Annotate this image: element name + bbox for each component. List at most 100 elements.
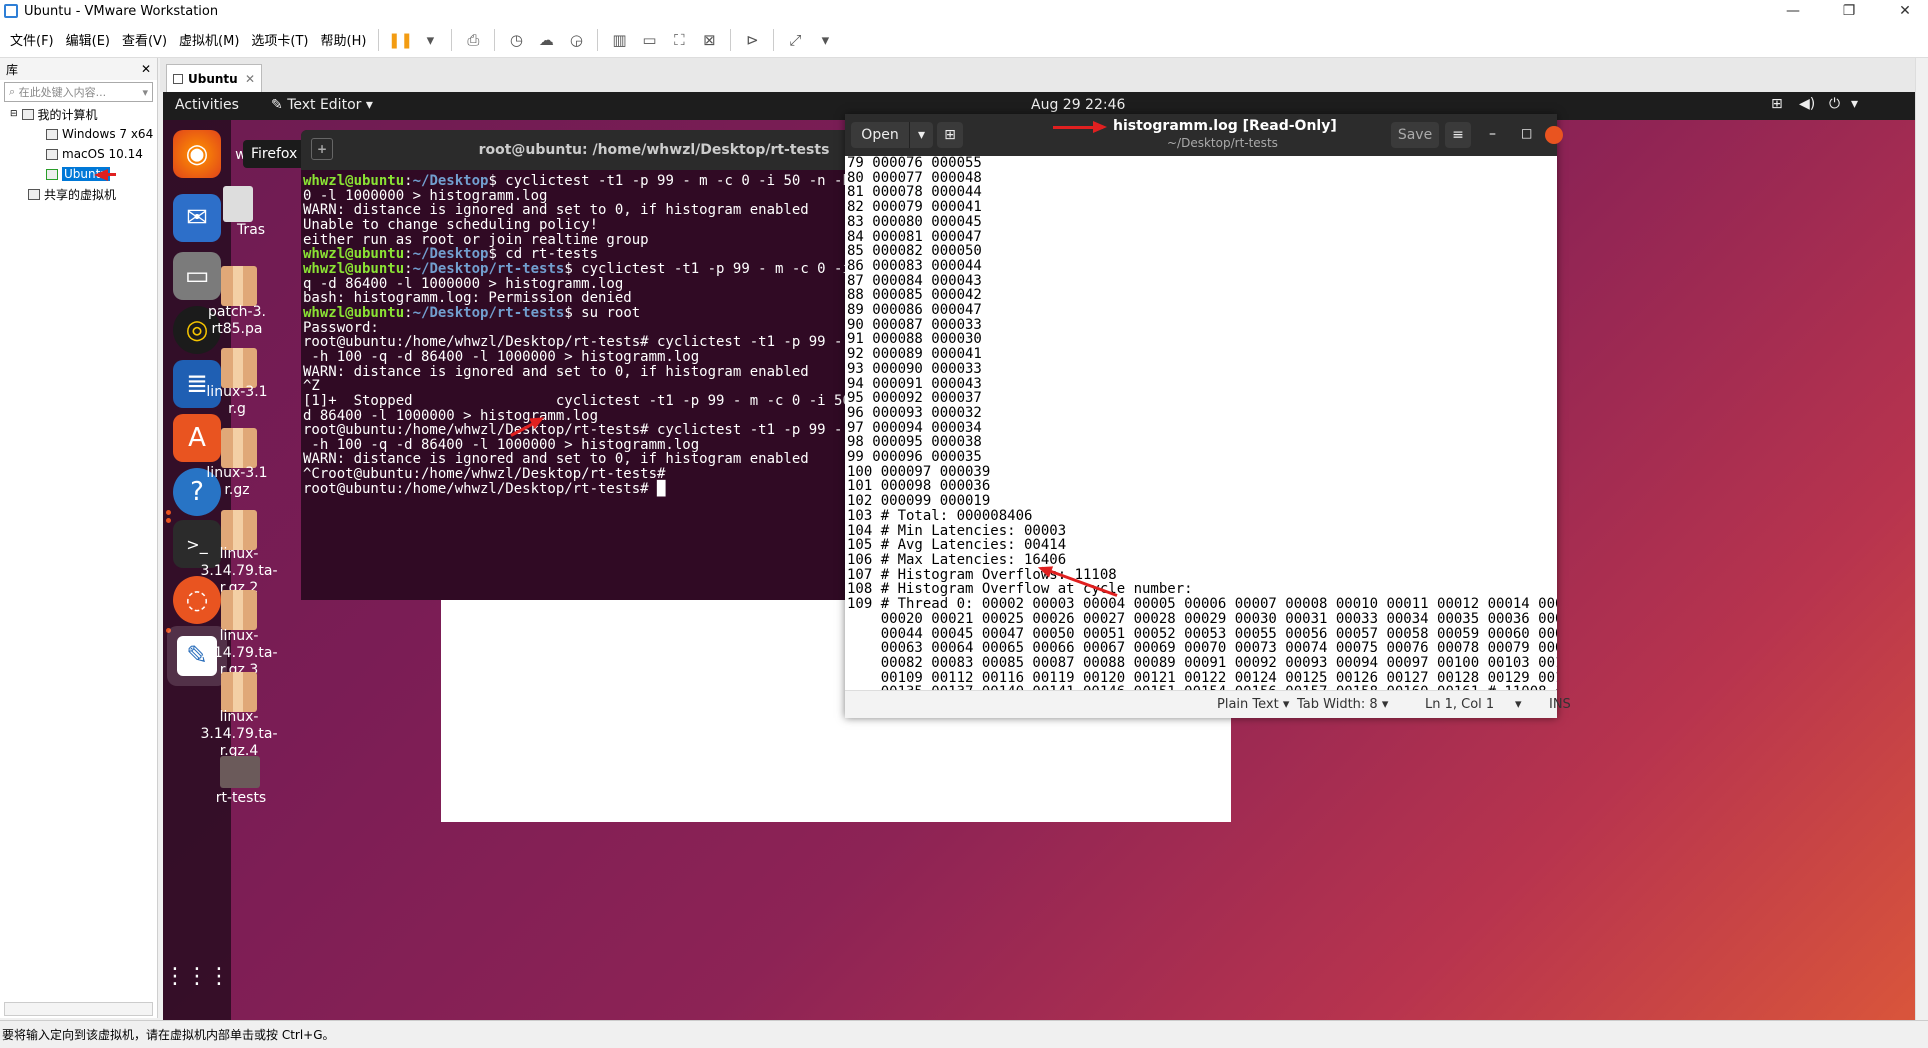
snapshot-manager-icon[interactable]: ◶ xyxy=(563,29,589,51)
files-icon[interactable]: ▭ xyxy=(173,252,221,300)
terminal-text: q -d 86400 -l 1000000 > histogramm.log xyxy=(303,275,624,292)
prompt-user: whwzl@ubuntu xyxy=(303,246,405,263)
archive-icon[interactable] xyxy=(221,348,257,388)
desktop-icon-label[interactable]: Tras xyxy=(203,222,299,239)
save-button[interactable]: Save xyxy=(1391,122,1439,148)
tab-width-selector[interactable]: Tab Width: 8 ▾ xyxy=(1297,697,1388,712)
open-button[interactable]: Open xyxy=(851,122,909,148)
text-editor-icon: ✎ xyxy=(271,97,288,113)
document-line: 00020 00021 00025 00026 00027 00028 0002… xyxy=(847,610,1557,627)
document-line: 84 000081 000047 xyxy=(847,228,982,245)
tab-close-icon[interactable]: ✕ xyxy=(245,72,255,86)
archive-icon[interactable] xyxy=(221,510,257,550)
sidebar-toggle-icon[interactable]: ▥ xyxy=(606,29,632,51)
software-icon[interactable]: A xyxy=(173,414,221,462)
pause-icon[interactable]: ❚❚ xyxy=(387,29,413,51)
close-button[interactable]: ✕ xyxy=(1882,0,1928,22)
menu-edit[interactable]: 编辑(E) xyxy=(60,30,116,49)
library-search-input[interactable]: ⌕ 在此处键入内容... ▾ xyxy=(4,82,153,102)
maximize-icon[interactable]: □ xyxy=(1521,126,1532,140)
volume-icon[interactable]: ◀) xyxy=(1799,96,1815,112)
app-menu-label: Text Editor ▾ xyxy=(287,97,373,113)
insert-mode[interactable]: INS xyxy=(1549,697,1571,712)
system-menu-arrow-icon[interactable]: ▾ xyxy=(1851,96,1858,112)
collapse-icon[interactable]: ⊟ xyxy=(10,109,18,119)
activities-button[interactable]: Activities xyxy=(175,97,239,113)
desktop-icon-label[interactable]: linux-3.14.79.ta- r.gz.4 xyxy=(191,709,287,760)
hamburger-menu-icon[interactable]: ≡ xyxy=(1445,122,1471,148)
trash-icon[interactable] xyxy=(223,186,253,222)
library-header: 库 ✕ xyxy=(0,58,157,80)
console-view-icon[interactable]: ▭ xyxy=(636,29,662,51)
app-menu-button[interactable]: ✎ Text Editor ▾ xyxy=(271,97,373,113)
annotation-arrow xyxy=(1053,121,1107,133)
maximize-button[interactable]: ❐ xyxy=(1826,0,1872,22)
unity-icon[interactable]: ⊠ xyxy=(696,29,722,51)
network-icon[interactable]: ⊞ xyxy=(1771,96,1783,112)
document-line: 107 # Histogram Overflows: 11108 xyxy=(847,566,1117,583)
chevron-down-icon[interactable]: ▾ xyxy=(1515,697,1522,712)
text-editor-window[interactable]: Open ▾ ⊞ histogramm.log [Read-Only] ~/De… xyxy=(845,114,1571,718)
power-icon[interactable]: ⏻ xyxy=(1829,96,1840,112)
document-line: 88 000085 000042 xyxy=(847,287,982,304)
desktop-icon-label[interactable]: linux-3.1 r.g xyxy=(189,384,285,418)
search-placeholder: 在此处键入内容... xyxy=(18,86,107,99)
document-line: 90 000087 000033 xyxy=(847,316,982,333)
archive-icon[interactable] xyxy=(221,590,257,630)
document-line: 104 # Min Latencies: 00003 xyxy=(847,522,1067,539)
desktop-icon-label[interactable]: patch-3. rt85.pa xyxy=(189,304,285,338)
horizontal-scrollbar[interactable] xyxy=(4,1002,153,1016)
desktop-icon-label[interactable]: linux-3.1 r.gz xyxy=(189,465,285,499)
shared-vm-icon xyxy=(28,188,40,200)
menu-tabs[interactable]: 选项卡(T) xyxy=(245,30,314,49)
document-line: 00063 00064 00065 00066 00067 00069 0007… xyxy=(847,640,1557,657)
minimize-button[interactable]: — xyxy=(1770,0,1816,22)
vertical-scrollbar[interactable] xyxy=(1915,58,1928,1020)
menu-help[interactable]: 帮助(H) xyxy=(315,30,373,49)
terminal-text: root@ubuntu:/home/whwzl/Desktop/rt-tests… xyxy=(303,480,666,497)
fullscreen-icon[interactable]: ⛶ xyxy=(666,29,692,51)
terminal-text: WARN: distance is ignored and set to 0, … xyxy=(303,202,809,219)
menu-vm[interactable]: 虚拟机(M) xyxy=(173,30,245,49)
syntax-selector[interactable]: Plain Text ▾ xyxy=(1217,697,1289,712)
document-line: 87 000084 000043 xyxy=(847,272,982,289)
clock[interactable]: Aug 29 22:46 xyxy=(1031,97,1125,113)
snapshot-icon[interactable]: ◷ xyxy=(503,29,529,51)
dropdown-arrow-icon[interactable]: ▾ xyxy=(812,29,838,51)
new-document-icon[interactable]: ⊞ xyxy=(937,122,963,148)
archive-icon[interactable] xyxy=(221,672,257,712)
menu-view[interactable]: 查看(V) xyxy=(116,30,173,49)
new-tab-icon[interactable]: + xyxy=(311,138,333,160)
tree-my-computer[interactable]: ⊟ 我的计算机 xyxy=(0,104,157,124)
dropdown-arrow-icon[interactable]: ▾ xyxy=(417,29,443,51)
guest-display[interactable]: Activities ✎ Text Editor ▾ Aug 29 22:46 … xyxy=(163,92,1915,1020)
tree-vm-macos[interactable]: macOS 10.14 xyxy=(0,144,157,164)
document-text[interactable]: 79 000076 000055 80 000077 000048 81 00007… xyxy=(845,156,1557,696)
desktop-icon-label[interactable]: rt-tests xyxy=(193,790,289,807)
stretch-icon[interactable]: ⤢ xyxy=(782,29,808,51)
cursor-position[interactable]: Ln 1, Col 1 xyxy=(1425,697,1494,712)
tree-vm-ubuntu[interactable]: Ubuntu xyxy=(0,164,157,184)
tree-shared-vms[interactable]: 共享的虚拟机 xyxy=(0,184,157,204)
archive-icon[interactable] xyxy=(221,428,257,468)
chevron-down-icon[interactable]: ▾ xyxy=(142,86,148,99)
archive-icon[interactable] xyxy=(221,266,257,306)
tree-vm-windows7[interactable]: Windows 7 x64 xyxy=(0,124,157,144)
library-close-icon[interactable]: ✕ xyxy=(141,62,151,76)
revert-snapshot-icon[interactable]: ☁ xyxy=(533,29,559,51)
prompt-sep: : xyxy=(404,246,413,263)
send-keys-icon[interactable]: ⎙ xyxy=(460,29,486,51)
status-text: 要将输入定向到该虚拟机，请在虚拟机内部单击或按 Ctrl+G。 xyxy=(2,1028,335,1042)
terminal-icon[interactable]: ⊳ xyxy=(739,29,765,51)
open-dropdown-icon[interactable]: ▾ xyxy=(909,122,933,148)
tab-ubuntu[interactable]: Ubuntu ✕ xyxy=(166,64,262,92)
menu-file[interactable]: 文件(F) xyxy=(4,30,60,49)
document-line: 91 000088 000030 xyxy=(847,331,982,348)
show-applications-icon[interactable]: ⋮⋮⋮ xyxy=(164,952,230,1000)
document-line: 80 000077 000048 xyxy=(847,169,982,186)
close-icon[interactable] xyxy=(1545,126,1563,144)
document-line: 106 # Max Latencies: 16406 xyxy=(847,551,1067,568)
minimize-icon[interactable]: – xyxy=(1489,126,1496,142)
vm-icon xyxy=(173,73,183,84)
folder-icon[interactable] xyxy=(220,756,260,788)
